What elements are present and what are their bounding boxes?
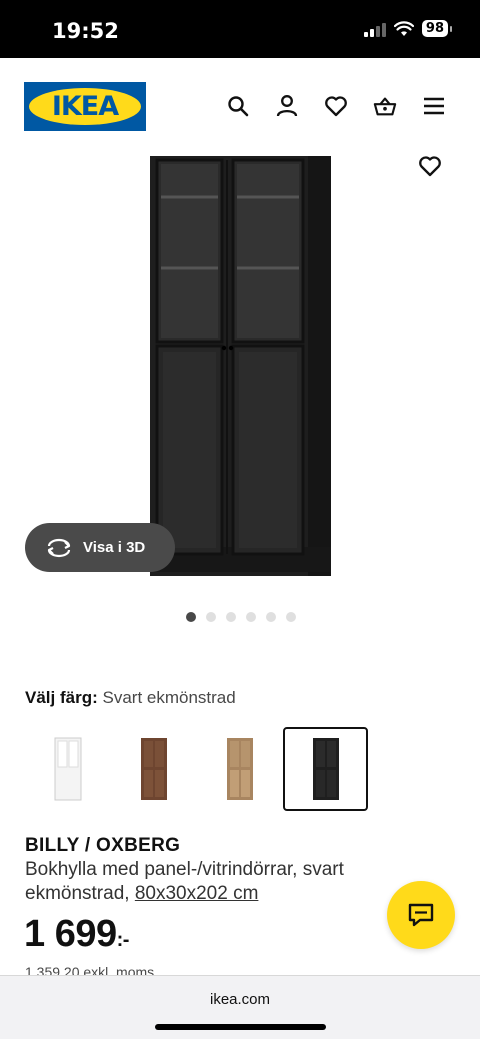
product-name: BILLY / OXBERG — [25, 835, 181, 856]
swatch-black-selected[interactable] — [283, 727, 368, 811]
carousel-dot[interactable] — [186, 612, 196, 622]
color-label-heading: Välj färg: — [25, 688, 98, 707]
carousel-dot[interactable] — [206, 612, 216, 622]
view-3d-button[interactable]: Visa i 3D — [25, 523, 175, 572]
user-icon[interactable] — [275, 94, 299, 118]
carousel-dot[interactable] — [266, 612, 276, 622]
url-text[interactable]: ikea.com — [0, 991, 480, 1008]
search-icon[interactable] — [226, 94, 250, 118]
chat-icon — [408, 903, 434, 927]
swatch-walnut[interactable] — [111, 727, 196, 811]
status-bar: 19:52 98 — [0, 0, 480, 58]
product-dimensions-link[interactable]: 80x30x202 cm — [135, 883, 259, 904]
carousel-dot[interactable] — [226, 612, 236, 622]
view-3d-label: Visa i 3D — [83, 539, 146, 556]
browser-address-bar: ikea.com — [0, 975, 480, 1039]
swatch-oak[interactable] — [197, 727, 282, 811]
color-selector-label: Välj färg: Svart ekmönstrad — [25, 688, 236, 708]
status-icons: 98 — [363, 20, 453, 37]
status-time: 19:52 — [52, 19, 119, 43]
product-description: Bokhylla med panel-/vitrindörrar, svart … — [25, 858, 395, 906]
site-header: IKEA — [0, 58, 480, 152]
home-indicator[interactable] — [155, 1024, 326, 1030]
wifi-icon — [393, 20, 414, 36]
color-swatches — [25, 727, 368, 811]
rotate-3d-icon — [47, 538, 71, 557]
product-price: 1 699:- — [24, 913, 129, 956]
image-carousel-dots — [186, 612, 296, 622]
selected-color-value: Svart ekmönstrad — [102, 688, 236, 707]
header-actions — [226, 94, 446, 118]
signal-icon — [363, 21, 386, 37]
carousel-dot[interactable] — [246, 612, 256, 622]
logo-text: IKEA — [51, 91, 119, 122]
battery-indicator: 98 — [421, 20, 453, 37]
price-value: 1 699 — [24, 913, 117, 955]
ikea-logo[interactable]: IKEA — [24, 82, 146, 131]
swatch-white[interactable] — [25, 727, 110, 811]
price-suffix: :- — [116, 929, 130, 951]
logo-ellipse: IKEA — [29, 88, 141, 125]
chat-button[interactable] — [387, 881, 455, 949]
heart-icon[interactable] — [324, 94, 348, 118]
menu-icon[interactable] — [422, 94, 446, 118]
carousel-dot[interactable] — [286, 612, 296, 622]
add-to-favourites-icon[interactable] — [418, 154, 442, 178]
basket-icon[interactable] — [373, 94, 397, 118]
